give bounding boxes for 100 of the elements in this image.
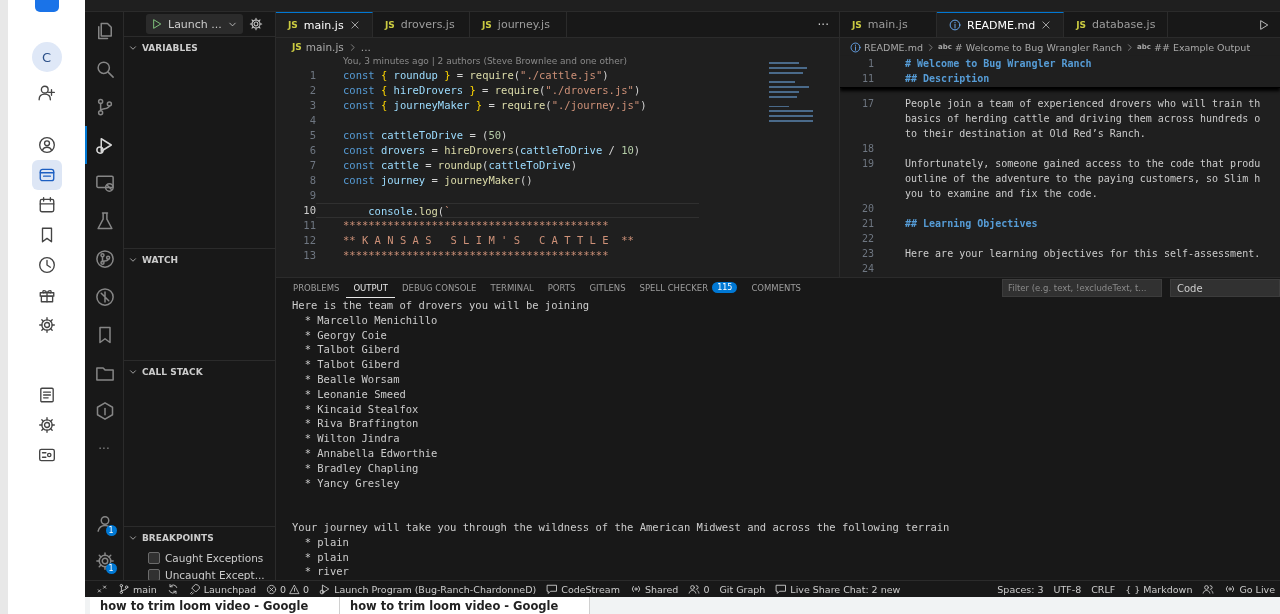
browser-tab[interactable]: how to trim loom video - Google — [90, 597, 340, 614]
text-line: Here are your learning objectives for this self-assessment. — [904, 247, 1261, 261]
clock-icon — [37, 256, 56, 274]
line-number: 23 — [860, 247, 874, 261]
output-line: * Annabella Edworthie — [303, 445, 439, 461]
breadcrumb-item[interactable]: README.md — [864, 41, 923, 53]
browser-tab[interactable]: how to trim loom video - Google — [340, 597, 590, 614]
run-debug-icon — [319, 583, 332, 595]
minimap[interactable] — [769, 62, 815, 122]
editor-tab[interactable]: JS main.js — [276, 12, 373, 37]
git-graph-icon — [95, 249, 115, 269]
line-number: 2 — [308, 83, 316, 98]
output-line: * Talbot Giberd — [303, 342, 401, 358]
remote-icon — [96, 583, 108, 595]
panel-tab[interactable]: SPELL CHECKER 115 — [632, 278, 745, 298]
line-number: 11 — [860, 72, 874, 86]
app-logo[interactable] — [34, 0, 59, 12]
section-header[interactable]: BREAKPOINTS — [124, 527, 275, 549]
panel-tab[interactable]: TERMINAL — [483, 278, 541, 298]
output-channel-dropdown[interactable]: Code — [1170, 279, 1280, 297]
calendar-icon — [37, 196, 56, 214]
note-icon — [37, 386, 56, 404]
line-number: 3 — [308, 98, 316, 113]
status-item[interactable]: UTF-8 — [1048, 583, 1087, 595]
window-icon — [37, 166, 56, 184]
more-button[interactable]: ··· — [817, 17, 829, 32]
account-button[interactable]: 1 — [84, 504, 124, 542]
js-file-icon: JS — [288, 20, 298, 30]
avatar[interactable]: C — [31, 42, 62, 72]
panel-tab[interactable]: GITLENS — [582, 278, 633, 298]
more-button[interactable]: ··· — [98, 430, 110, 468]
checkbox[interactable] — [148, 568, 160, 580]
line-number: 17 — [860, 97, 874, 111]
panel-tab[interactable]: DEBUG CONSOLE — [395, 278, 484, 298]
section-header[interactable]: CALL STACK — [124, 361, 275, 383]
settings-icon — [37, 316, 56, 334]
panel-tab[interactable]: OUTPUT — [346, 278, 396, 298]
status-item[interactable]: CodeStream — [541, 583, 625, 595]
breadcrumb-item[interactable]: ## Example Output — [1153, 41, 1251, 53]
status-item[interactable]: { } Markdown — [1120, 583, 1198, 595]
close-icon[interactable] — [1041, 20, 1052, 30]
status-item[interactable]: CRLF — [1086, 583, 1121, 595]
status-item[interactable]: Git Graph — [714, 583, 771, 595]
line-number: 1 — [308, 68, 316, 83]
line-number: 7 — [308, 158, 316, 173]
markdown-heading: ## Description — [904, 72, 990, 86]
warning-icon — [289, 583, 301, 595]
status-item[interactable]: 0 — [683, 583, 715, 595]
settings-icon — [37, 416, 56, 434]
launch-config-dropdown[interactable]: Launch ... — [146, 14, 243, 34]
status-item[interactable]: Go Live — [1219, 583, 1280, 595]
line-number: 8 — [308, 173, 316, 188]
status-item[interactable]: Live Share Chat: 2 new — [770, 583, 906, 595]
code-line: const cattleToDrive = (50) — [342, 128, 508, 143]
broadcast-icon — [629, 583, 642, 595]
status-item[interactable]: 0 0 — [261, 583, 315, 595]
checkbox[interactable] — [148, 551, 160, 564]
settings-icon[interactable] — [248, 17, 263, 31]
code-line: const { journeyMaker } = require("./journey.js") — [342, 98, 647, 113]
chevron-right-icon — [1125, 42, 1135, 52]
screen-icon — [37, 446, 56, 464]
manage-button[interactable]: 1 — [84, 542, 124, 580]
section-header[interactable]: VARIABLES — [124, 37, 275, 59]
status-item[interactable]: main — [113, 583, 162, 595]
window-button[interactable] — [31, 160, 62, 190]
panel-tab[interactable]: PROBLEMS — [286, 278, 347, 298]
status-item[interactable]: Launchpad — [183, 583, 262, 595]
filter-field[interactable]: Filter (e.g. text, !excludeText, t... — [1002, 279, 1162, 297]
output-line: * Riva Braffington — [303, 416, 420, 432]
line-number: 19 — [860, 157, 874, 171]
panel-tab[interactable]: PORTS — [540, 278, 583, 298]
output-line: Here is the team of drovers you will be joining — [292, 298, 591, 313]
sync-icon — [166, 583, 179, 595]
error-icon — [266, 583, 278, 595]
close-icon[interactable] — [349, 20, 360, 30]
chevron-icon — [128, 255, 138, 265]
people-icon — [1202, 583, 1215, 595]
breadcrumb-item[interactable]: ... — [360, 41, 371, 53]
status-item[interactable]: Shared — [624, 583, 684, 595]
output-line: * plain — [303, 549, 350, 565]
breadcrumb-item[interactable]: main.js — [305, 41, 344, 53]
panel-tab[interactable]: COMMENTS — [744, 278, 809, 298]
editor-tab[interactable]: README.md — [937, 12, 1065, 37]
breadcrumb-item[interactable]: # Welcome to Bug Wrangler Ranch — [954, 41, 1123, 53]
output-line: * Wilton Jindra — [303, 431, 401, 446]
js-file-icon: JS — [292, 42, 302, 52]
run-icon[interactable] — [1258, 18, 1270, 31]
line-number: 5 — [308, 128, 316, 143]
markdown-heading: ## Learning Objectives — [904, 217, 1038, 231]
breakpoint-item[interactable]: Uncaught Except... — [124, 566, 275, 580]
hexagon-icon — [95, 401, 115, 421]
code-line: ****************************************** — [342, 248, 609, 263]
breakpoint-item[interactable]: Caught Exceptions — [124, 549, 275, 566]
js-file-icon: JS — [385, 19, 395, 30]
section-header[interactable]: WATCH — [124, 249, 275, 271]
status-item[interactable]: Launch Program (Bug-Ranch-ChardonneD) — [314, 583, 542, 595]
text-line: Unfortunately, someone gained access to the code that produ — [904, 157, 1261, 171]
files-icon — [95, 21, 115, 41]
status-item[interactable]: Spaces: 3 — [992, 583, 1049, 595]
add-person-icon — [37, 84, 56, 102]
